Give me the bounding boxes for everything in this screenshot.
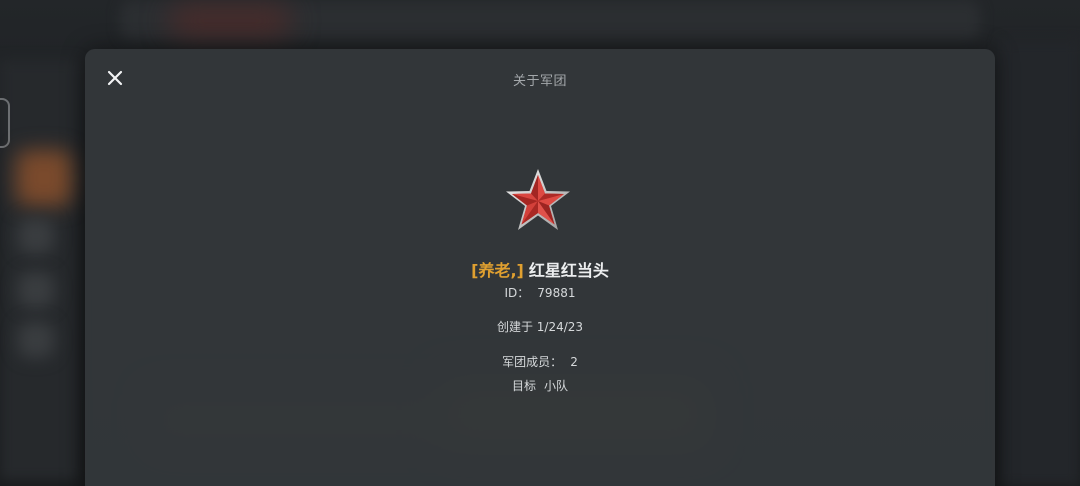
- background-left-icon: [18, 218, 54, 254]
- legion-created-label: 创建于: [496, 320, 533, 334]
- legion-id-value: 79881: [537, 286, 576, 300]
- background-left-panel: [0, 60, 78, 480]
- legion-goal-row: 目标 小队: [85, 377, 995, 394]
- legion-id-label: ID：: [504, 286, 530, 300]
- legion-created-row: 创建于 1/24/23: [85, 318, 995, 335]
- legion-goal-label: 目标: [511, 379, 536, 393]
- dialog-title: 关于军团: [512, 74, 567, 89]
- legion-members-label: 军团成员：: [502, 355, 563, 369]
- legion-name: 红星红当头: [528, 261, 609, 280]
- background-left-active-icon: [16, 150, 72, 206]
- background-top-accent: [170, 6, 290, 36]
- background-left-icon: [18, 272, 54, 308]
- legion-created-value: 1/24/23: [536, 320, 584, 334]
- legion-members-row: 军团成员： 2: [85, 353, 995, 370]
- background-left-icon: [18, 322, 54, 358]
- legion-id-row: ID： 79881: [85, 284, 995, 301]
- background-right-panel: [1000, 40, 1080, 486]
- legion-name-row: [养老,] 红星红当头: [85, 257, 995, 281]
- legion-tag: [养老,]: [471, 261, 524, 280]
- legion-members-value: 2: [570, 355, 578, 369]
- game-screen: 关于军团 [养老,] 红星红当头 ID： 79881 创建于 1/24/23 军…: [0, 0, 1080, 486]
- legion-goal-value: 小队: [544, 379, 569, 393]
- background-hex-tab-icon: [0, 98, 10, 148]
- about-legion-dialog: 关于军团 [养老,] 红星红当头 ID： 79881 创建于 1/24/23 军…: [85, 49, 995, 486]
- red-star-icon: [506, 169, 570, 230]
